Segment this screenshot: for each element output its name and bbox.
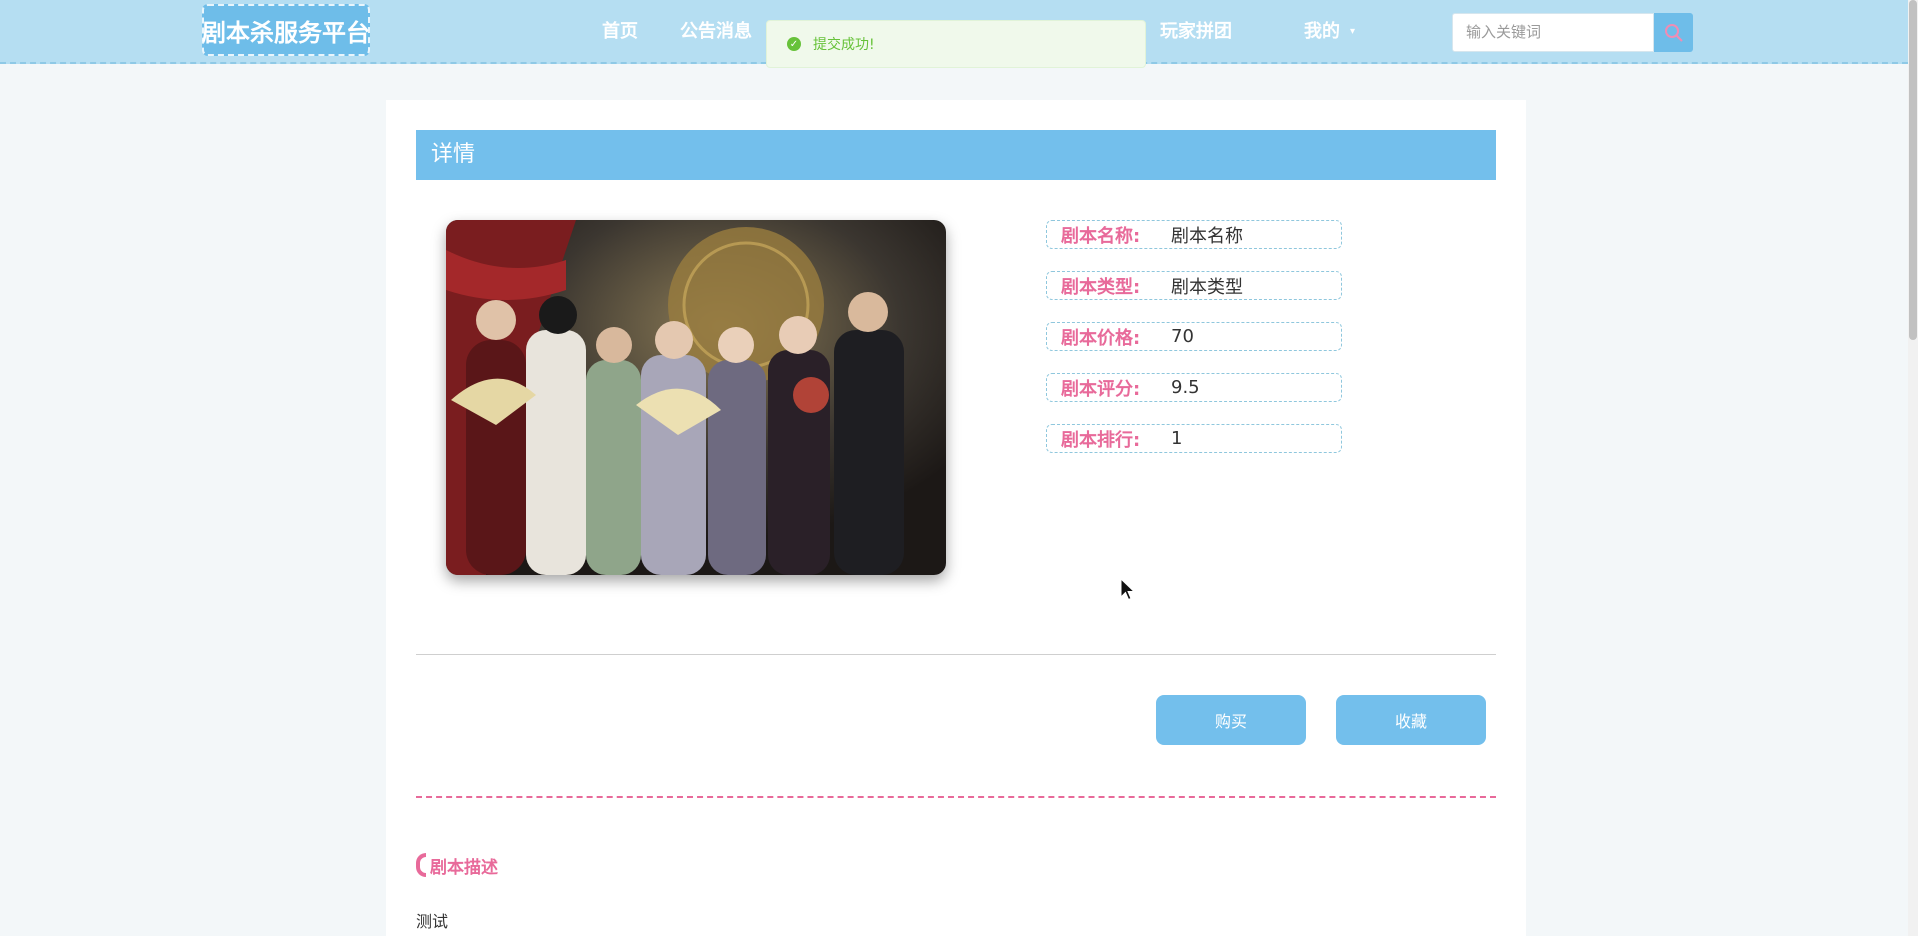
buy-button[interactable]: 购买 [1156,695,1306,745]
description-text: 测试 [416,912,449,931]
page-scrollbar[interactable] [1908,0,1918,936]
script-cover-image [446,220,946,575]
field-value: 剧本类型 [1171,276,1243,298]
site-logo[interactable]: 剧本杀服务平台 [202,4,370,56]
description-heading: 剧本描述 [416,852,498,878]
divider [416,654,1496,655]
field-label: 剧本排行: [1061,429,1141,451]
field-script-name: 剧本名称: 剧本名称 [1046,220,1342,249]
detail-card: 详情 剧本名称: 剧本名称 剧本类型: 剧本类型 剧本价格: 70 剧本评分: … [386,100,1526,936]
field-label: 剧本名称: [1061,225,1141,247]
description-title: 剧本描述 [430,857,498,878]
success-toast: ✓ 提交成功! [766,20,1146,68]
field-script-rank: 剧本排行: 1 [1046,424,1342,453]
nav-item-announcements[interactable]: 公告消息 [680,18,752,46]
section-title: 详情 [416,130,1496,180]
field-script-rating: 剧本评分: 9.5 [1046,373,1342,402]
field-value: 9.5 [1171,377,1200,398]
nav-item-mine[interactable]: 我的 ▾ [1304,18,1355,46]
scrollbar-thumb[interactable] [1909,0,1917,340]
dashed-divider [416,796,1496,798]
field-label: 剧本类型: [1061,276,1141,298]
nav-item-home[interactable]: 首页 [602,18,638,46]
nav-item-group-play[interactable]: 玩家拼团 [1160,18,1232,46]
field-value: 1 [1171,428,1183,449]
field-script-type: 剧本类型: 剧本类型 [1046,271,1342,300]
mouse-cursor-icon [1120,578,1136,601]
favorite-button[interactable]: 收藏 [1336,695,1486,745]
search-input[interactable] [1452,13,1654,52]
search-button[interactable] [1654,13,1693,52]
toast-message: 提交成功! [813,37,875,53]
field-label: 剧本价格: [1061,327,1141,349]
check-circle-icon: ✓ [787,37,801,51]
field-value: 剧本名称 [1171,225,1243,247]
field-label: 剧本评分: [1061,378,1141,400]
search-icon [1664,23,1683,42]
bracket-icon [416,853,426,877]
nav-item-mine-label: 我的 [1304,21,1340,42]
field-script-price: 剧本价格: 70 [1046,322,1342,351]
chevron-down-icon: ▾ [1350,26,1356,37]
field-value: 70 [1171,326,1194,347]
